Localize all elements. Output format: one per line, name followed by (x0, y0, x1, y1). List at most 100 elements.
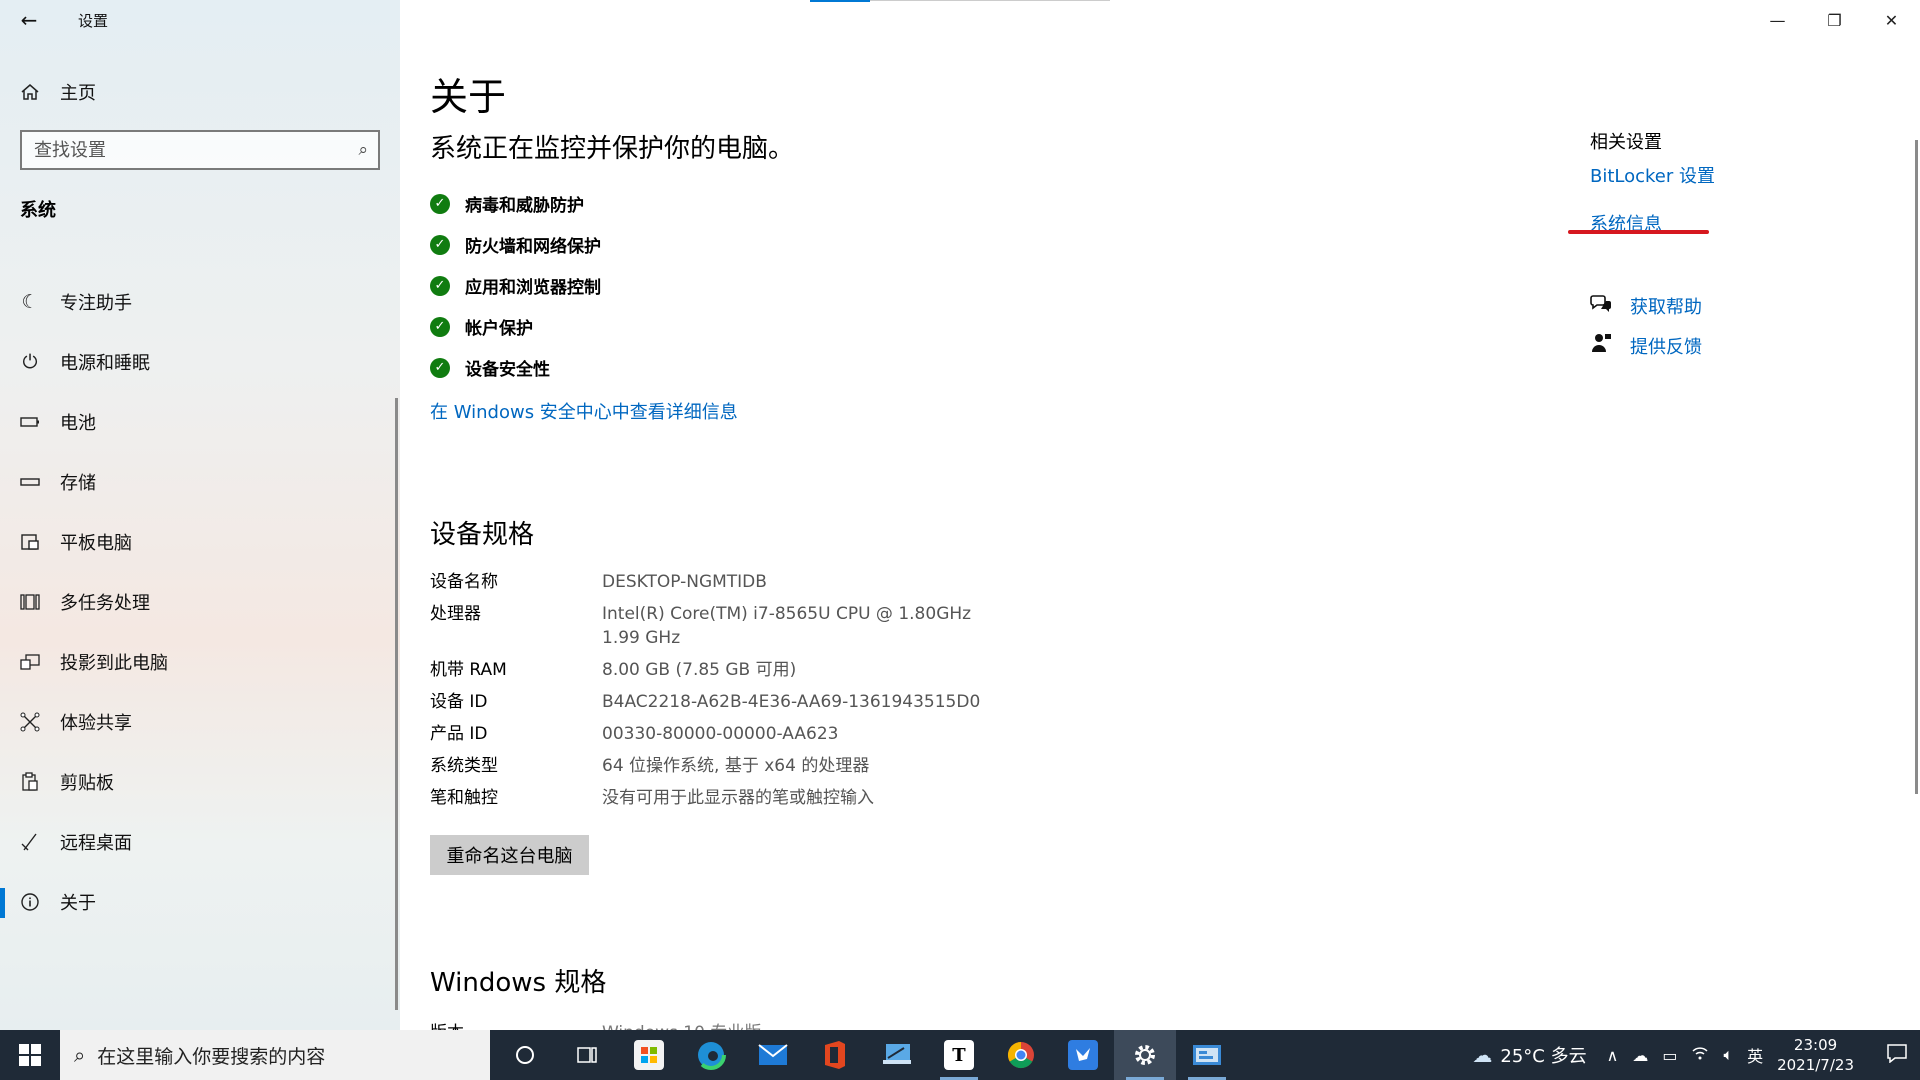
sidebar-item-label: 主页 (60, 83, 96, 104)
titlebar-left: ← 设置 (0, 0, 108, 40)
top-tab-line (870, 0, 1110, 1)
project-icon (0, 652, 60, 672)
get-help-row[interactable]: 获取帮助 (1590, 293, 1702, 319)
sidebar-item-about[interactable]: 关于 (0, 872, 400, 932)
restore-button[interactable]: ❐ (1806, 0, 1863, 40)
store-icon[interactable] (618, 1030, 680, 1080)
clock[interactable]: 23:09 2021/7/23 (1777, 1035, 1854, 1075)
check-circle-icon: ✓ (430, 357, 450, 378)
device-specs-heading: 设备规格 (430, 520, 535, 550)
sidebar-item-label: 投影到此电脑 (60, 653, 168, 674)
taskbar-search-box[interactable]: ⌕ 在这里输入你要搜索的内容 (60, 1030, 490, 1080)
top-tab-indicator (810, 0, 870, 2)
clock-date: 2021/7/23 (1777, 1056, 1854, 1074)
spec-value: B4AC2218-A62B-4E36-AA69-1361943515D0 (602, 692, 981, 712)
battery-icon (0, 416, 60, 428)
back-button[interactable]: ← (0, 0, 58, 40)
sidebar-item-home[interactable]: 主页 (0, 72, 400, 112)
feedback-row[interactable]: 提供反馈 (1590, 332, 1702, 359)
notification-center-icon[interactable] (1874, 1043, 1920, 1068)
ime-indicator[interactable]: 英 (1747, 1043, 1763, 1067)
check-circle-icon: ✓ (430, 193, 450, 214)
security-item-label: 应用和浏览器控制 (465, 278, 601, 298)
sidebar-item-label: 剪贴板 (60, 773, 114, 794)
power-icon: ⏻ (22, 351, 38, 373)
spec-key: 处理器 (430, 604, 481, 624)
sidebar-item-remote-desktop[interactable]: 远程桌面 (0, 812, 400, 872)
tablet-icon (0, 532, 60, 552)
battery-icon[interactable]: ▭ (1662, 1046, 1677, 1065)
sidebar-scrollbar[interactable] (395, 398, 398, 1010)
security-center-link[interactable]: 在 Windows 安全中心中查看详细信息 (430, 398, 738, 424)
feishu-app-icon[interactable] (1052, 1030, 1114, 1080)
spec-key: 设备 ID (430, 692, 488, 712)
sidebar-item-multitasking[interactable]: 多任务处理 (0, 572, 400, 632)
spec-value: 8.00 GB (7.85 GB 可用) (602, 660, 797, 680)
volume-icon[interactable]: 🔈︎ (1723, 1045, 1733, 1065)
check-circle-icon: ✓ (430, 234, 450, 255)
windows-logo-icon (19, 1044, 41, 1066)
spec-value: 00330-80000-00000-AA623 (602, 724, 839, 744)
protection-heading: 系统正在监控并保护你的电脑。 (430, 134, 795, 164)
search-icon[interactable]: ⌕ (358, 140, 368, 160)
onedrive-icon[interactable]: ☁ (1632, 1046, 1648, 1065)
spec-row-edition: 版本 Windows 10 专业版 (430, 1018, 1002, 1030)
close-button[interactable]: ✕ (1863, 0, 1920, 40)
info-icon (0, 892, 60, 912)
minimize-button[interactable]: — (1749, 0, 1806, 40)
feishu-tile (1068, 1040, 1098, 1070)
feedback-label: 提供反馈 (1630, 336, 1702, 358)
control-panel-icon[interactable] (1176, 1030, 1238, 1080)
taskbar: ⌕ 在这里输入你要搜索的内容 T ☁ 25°C 多云 ∧ ☁ ▭ 🔈︎ 英 23… (0, 1030, 1920, 1080)
security-item: ✓ 应用和浏览器控制 (430, 265, 601, 306)
wifi-icon[interactable] (1691, 1045, 1709, 1065)
edge-browser-icon[interactable] (680, 1030, 742, 1080)
share-icon (0, 712, 60, 732)
security-item-label: 设备安全性 (465, 360, 550, 380)
spec-row-ram: 机带 RAM 8.00 GB (7.85 GB 可用) (430, 658, 1050, 682)
sidebar-item-tablet[interactable]: 平板电脑 (0, 512, 400, 572)
sidebar-item-focus-assist[interactable]: ☾ 专注助手 (0, 272, 400, 332)
restore-icon: ❐ (1827, 10, 1842, 30)
sidebar-item-label: 电池 (60, 413, 96, 434)
window-controls: — ❐ ✕ (1749, 0, 1920, 40)
sidebar-item-shared-experiences[interactable]: 体验共享 (0, 692, 400, 752)
sidebar-item-battery[interactable]: 电池 (0, 392, 400, 452)
check-circle-icon: ✓ (430, 275, 450, 296)
rename-pc-button[interactable]: 重命名这台电脑 (430, 835, 589, 875)
main-scrollbar[interactable] (1915, 140, 1918, 794)
device-specs-table: 设备名称 DESKTOP-NGMTIDB 处理器 Intel(R) Core(T… (430, 570, 1050, 818)
typora-tile: T (944, 1040, 974, 1070)
sidebar-item-storage[interactable]: 存储 (0, 452, 400, 512)
section-title: 系统 (20, 200, 56, 221)
home-icon (0, 82, 60, 102)
main-content: — ❐ ✕ 关于 系统正在监控并保护你的电脑。 ✓ 病毒和威胁防护 ✓ 防火墙和… (400, 0, 1920, 1030)
weather-widget[interactable]: ☁ 25°C 多云 (1472, 1042, 1586, 1068)
storage-icon (0, 476, 60, 488)
security-item-label: 防火墙和网络保护 (465, 237, 601, 257)
spec-row-pen-touch: 笔和触控 没有可用于此显示器的笔或触控输入 (430, 786, 1050, 810)
mail-icon[interactable] (742, 1030, 804, 1080)
security-item: ✓ 帐户保护 (430, 306, 601, 347)
spec-value: DESKTOP-NGMTIDB (602, 572, 767, 592)
spec-row-device-name: 设备名称 DESKTOP-NGMTIDB (430, 570, 1050, 594)
sidebar-item-project[interactable]: 投影到此电脑 (0, 632, 400, 692)
office-icon[interactable] (804, 1030, 866, 1080)
spec-row-product-id: 产品 ID 00330-80000-00000-AA623 (430, 722, 1050, 746)
search-input[interactable] (34, 139, 334, 161)
typora-app-icon[interactable]: T (928, 1030, 990, 1080)
multitask-icon (0, 592, 60, 612)
sidebar-item-power-sleep[interactable]: ⏻ 电源和睡眠 (0, 332, 400, 392)
remote-desktop-app-icon[interactable] (866, 1030, 928, 1080)
cortana-icon[interactable] (494, 1030, 556, 1080)
security-status-list: ✓ 病毒和威胁防护 ✓ 防火墙和网络保护 ✓ 应用和浏览器控制 ✓ 帐户保护 ✓… (430, 183, 601, 388)
bitlocker-settings-link[interactable]: BitLocker 设置 (1590, 162, 1715, 188)
sidebar-item-clipboard[interactable]: 剪贴板 (0, 752, 400, 812)
settings-app-icon[interactable] (1114, 1030, 1176, 1080)
chevron-up-icon[interactable]: ∧ (1607, 1046, 1619, 1065)
chrome-browser-icon[interactable] (990, 1030, 1052, 1080)
task-view-icon[interactable] (556, 1030, 618, 1080)
sidebar-item-label: 专注助手 (60, 293, 132, 314)
spec-key: 笔和触控 (430, 788, 498, 808)
start-button[interactable] (0, 1030, 60, 1080)
